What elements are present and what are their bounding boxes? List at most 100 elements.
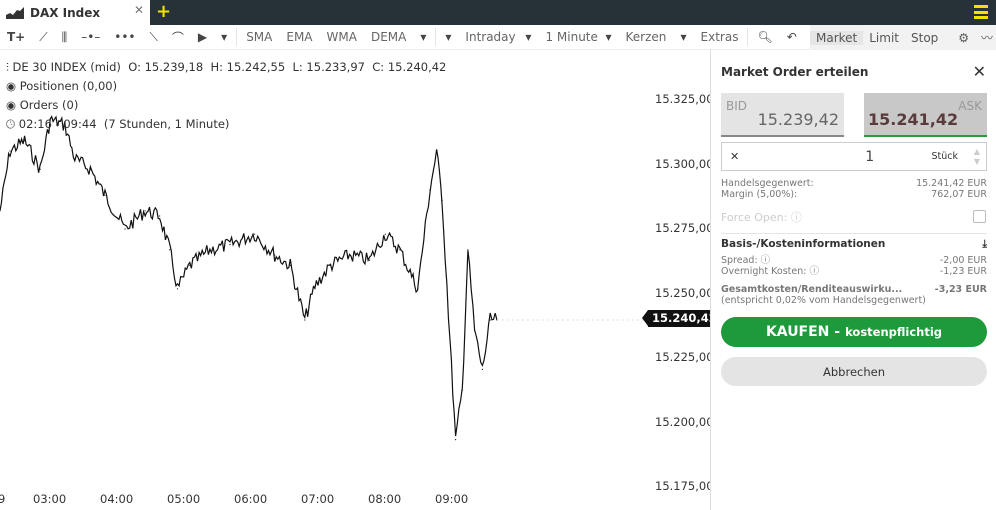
divider xyxy=(721,233,987,234)
total-row: Gesamtkosten/Renditeauswirku... -3,23 EUR xyxy=(721,284,987,295)
fibonacci-tool-icon[interactable]: ⫼ xyxy=(55,30,75,45)
price-point xyxy=(429,189,431,191)
price-point xyxy=(289,264,291,266)
ohlc-line: ⫶ DE 30 INDEX (mid) O: 15.239,18 H: 15.2… xyxy=(6,58,446,77)
trendline-tool-icon[interactable]: ⟋ xyxy=(32,30,54,45)
total-value: -3,23 EUR xyxy=(934,284,987,295)
price-point xyxy=(399,249,401,251)
price-point xyxy=(329,264,332,266)
indicators-dropdown-icon[interactable]: ▾ xyxy=(413,30,433,44)
price-point xyxy=(314,285,316,287)
download-icon[interactable]: ⤓ xyxy=(982,238,987,251)
x-tick-label: 03:00 xyxy=(33,492,67,506)
price-point xyxy=(304,319,306,321)
ask-button[interactable]: ASK 15.241,42 xyxy=(864,93,987,137)
time-range: 🕓︎ 02:16 - 09:44 (7 Stunden, 1 Minute) xyxy=(6,115,446,134)
buy-note: kostenpflichtig xyxy=(845,325,943,339)
total-note: (entspricht 0,02% vom Handelsgegenwert) xyxy=(721,295,926,306)
price-point xyxy=(209,249,211,251)
price-point xyxy=(384,233,386,235)
dotted-line-tool-icon[interactable]: ••• xyxy=(107,30,142,44)
price-point xyxy=(23,140,26,142)
tab-dax-index[interactable]: DAX Index ✕ xyxy=(0,0,150,25)
bid-price: 15.239,42 xyxy=(757,110,839,129)
x-tick-label: 04:00 xyxy=(100,492,134,506)
order-panel: Market Order erteilen ✕ BID 15.239,42 AS… xyxy=(710,50,996,510)
indicator-icon: ⫶ xyxy=(6,60,9,74)
add-tab-button[interactable]: + xyxy=(156,0,171,24)
ask-price: 15.241,42 xyxy=(868,110,959,129)
force-open-checkbox[interactable] xyxy=(973,210,986,223)
buy-button[interactable]: KAUFEN - kostenpflichtig xyxy=(721,317,987,347)
period-dropdown-icon[interactable]: ▾ xyxy=(438,30,458,44)
tab-limit[interactable]: Limit xyxy=(863,31,905,45)
price-point xyxy=(39,168,41,170)
chart-type-chevron-icon[interactable]: ▾ xyxy=(673,30,693,44)
tools-dropdown-icon[interactable]: ▾ xyxy=(214,30,234,44)
indicator-sma[interactable]: SMA xyxy=(239,30,279,44)
undo-icon[interactable]: ↶ xyxy=(780,30,804,44)
price-point xyxy=(74,158,76,160)
spread-label: Spread: ⓘ xyxy=(721,255,771,266)
unit-label: Stück xyxy=(931,151,958,162)
stepper-arrows-icon[interactable]: ▲ ▼ xyxy=(974,147,980,167)
duration-label: (7 Stunden, 1 Minute) xyxy=(103,117,230,131)
top-bar: DAX Index ✕ + xyxy=(0,0,996,25)
spread-value: -2,00 EUR xyxy=(939,255,987,266)
bid-button[interactable]: BID 15.239,42 xyxy=(721,93,844,137)
zoom-icon[interactable]: 🔍︎ xyxy=(750,30,779,44)
buy-label: KAUFEN - xyxy=(765,324,841,340)
activity-icon[interactable]: 〰 xyxy=(975,29,996,46)
brush-tool-icon[interactable]: ⟍ xyxy=(143,30,165,45)
force-open-label: Force Open: ⓘ xyxy=(721,211,802,224)
interval-chevron-icon[interactable]: ▾ xyxy=(598,30,618,44)
horizontal-line-tool-icon[interactable]: –•– xyxy=(74,30,107,44)
open-value: O: 15.239,18 xyxy=(128,60,204,74)
interval-select[interactable]: 1 Minute xyxy=(538,30,598,44)
chart-type-select[interactable]: Kerzen xyxy=(618,30,673,44)
x-tick-label: 06:00 xyxy=(234,492,268,506)
menu-icon[interactable] xyxy=(974,5,988,19)
extras-menu[interactable]: Extras xyxy=(694,30,746,44)
price-series-line xyxy=(0,115,498,437)
price-point xyxy=(159,215,161,217)
clear-quantity-icon[interactable]: ✕ xyxy=(730,150,739,163)
low-value: L: 15.233,97 xyxy=(292,60,365,74)
range-label: 02:16 - 09:44 xyxy=(18,117,97,131)
price-point xyxy=(436,150,438,152)
positions-toggle[interactable]: ◉ Positionen (0,00) xyxy=(6,77,446,96)
indicator-wma[interactable]: WMA xyxy=(320,30,364,44)
price-point xyxy=(467,249,469,251)
text-tool-icon[interactable]: T+ xyxy=(0,30,32,44)
cancel-button[interactable]: Abbrechen xyxy=(721,357,987,386)
price-point xyxy=(104,194,106,196)
quantity-input[interactable] xyxy=(739,148,875,165)
costs-header: Basis-/Kosteninformationen ⤓ xyxy=(721,238,987,251)
price-point xyxy=(454,439,457,441)
price-point xyxy=(417,288,419,290)
price-point xyxy=(369,259,371,261)
x-tick-label: 05:00 xyxy=(167,492,201,506)
high-value: H: 15.242,55 xyxy=(210,60,286,74)
indicator-dema[interactable]: DEMA xyxy=(364,30,413,44)
close-icon[interactable]: ✕ xyxy=(973,62,986,81)
orders-toggle[interactable]: ◉ Orders (0) xyxy=(6,96,446,115)
x-tick-label: 09:00 xyxy=(435,492,469,506)
arrow-tool-icon[interactable]: ▶ xyxy=(191,30,214,44)
tab-title: DAX Index xyxy=(30,5,101,20)
price-point xyxy=(169,249,171,251)
indicator-ema[interactable]: EMA xyxy=(279,30,319,44)
overnight-value: -1,23 EUR xyxy=(939,266,987,277)
tab-stop[interactable]: Stop xyxy=(905,31,944,45)
price-point xyxy=(348,254,351,256)
x-tick-label: 9 xyxy=(0,492,6,506)
x-tick-label: 07:00 xyxy=(301,492,335,506)
settings-icon[interactable]: ⚙ xyxy=(952,31,975,45)
period-select[interactable]: Intraday xyxy=(458,30,518,44)
period-chevron-icon[interactable]: ▾ xyxy=(518,30,538,44)
tab-market[interactable]: Market xyxy=(810,30,864,45)
close-tab-icon[interactable]: ✕ xyxy=(134,3,144,17)
trade-value-label: Handelsgegenwert: xyxy=(721,178,814,189)
curve-tool-icon[interactable]: ⌒ xyxy=(165,29,191,46)
price-point xyxy=(473,329,476,331)
